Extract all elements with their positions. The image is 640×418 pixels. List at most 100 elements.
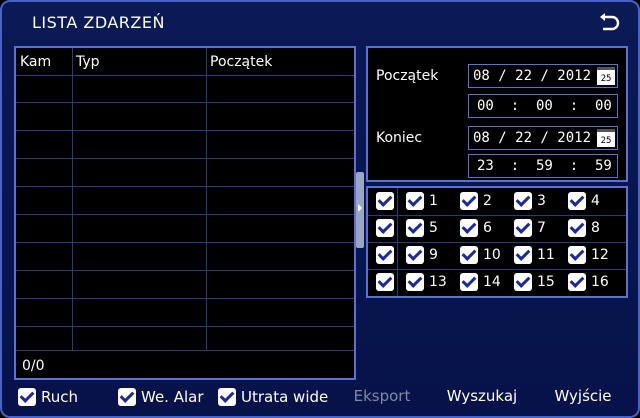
camera-label: 4 [591, 193, 600, 209]
panel-collapse-handle[interactable] [356, 172, 364, 248]
camera-selection-panel: 1 2 3 4 5 6 7 8 9 10 11 12 13 14 15 16 [366, 186, 628, 298]
camera-label: 3 [537, 193, 546, 209]
search-button[interactable]: Wyszukaj [434, 382, 530, 410]
camera-5-checkbox[interactable]: 5 [406, 219, 438, 237]
checkbox-icon[interactable] [568, 219, 586, 237]
camera-label: 9 [429, 247, 438, 263]
camera-13-checkbox[interactable]: 13 [406, 273, 447, 291]
checkbox-icon[interactable] [218, 388, 236, 406]
end-time-value: 23 : 59 : 59 [477, 158, 612, 174]
camera-15-checkbox[interactable]: 15 [514, 273, 555, 291]
table-row[interactable] [16, 298, 354, 299]
checkbox-label: We. Alar [141, 388, 204, 406]
start-date-value: 08 / 22 / 2012 [473, 68, 592, 84]
camera-10-checkbox[interactable]: 10 [460, 246, 501, 264]
event-list-window: LISTA ZDARZEŃ Kam Typ Początek 0/0 Począ… [0, 0, 640, 418]
table-row[interactable] [16, 270, 354, 271]
checkbox-icon[interactable] [460, 246, 478, 264]
checkbox-icon[interactable] [460, 273, 478, 291]
table-row[interactable] [16, 326, 354, 327]
table-row[interactable] [16, 242, 354, 243]
checkbox-icon[interactable] [514, 273, 532, 291]
end-date-value: 08 / 22 / 2012 [473, 130, 592, 146]
export-button[interactable]: Eksport [342, 382, 422, 410]
camera-12-checkbox[interactable]: 12 [568, 246, 609, 264]
row-select-all-checkbox[interactable] [376, 273, 399, 291]
checkbox-icon[interactable] [568, 192, 586, 210]
camera-label: 16 [591, 274, 609, 290]
column-header-type[interactable]: Typ [76, 54, 100, 70]
table-row[interactable] [16, 130, 354, 131]
camera-6-checkbox[interactable]: 6 [460, 219, 492, 237]
checkbox-icon[interactable] [406, 273, 424, 291]
camera-16-checkbox[interactable]: 16 [568, 273, 609, 291]
checkbox-icon[interactable] [460, 192, 478, 210]
camera-14-checkbox[interactable]: 14 [460, 273, 501, 291]
camera-2-checkbox[interactable]: 2 [460, 192, 492, 210]
camera-label: 1 [429, 193, 438, 209]
camera-11-checkbox[interactable]: 11 [514, 246, 555, 264]
start-date-field[interactable]: 08 / 22 / 2012 25 [468, 64, 618, 88]
checkbox-icon[interactable] [514, 219, 532, 237]
table-row[interactable] [16, 214, 354, 215]
date-range-panel: Początek 08 / 22 / 2012 25 00 : 00 : 00 … [366, 46, 628, 182]
checkbox-icon[interactable] [376, 219, 394, 237]
camera-1-checkbox[interactable]: 1 [406, 192, 438, 210]
title-bar: LISTA ZDARZEŃ [2, 2, 638, 44]
motion-event-checkbox[interactable]: Ruch [18, 388, 78, 406]
checkbox-icon[interactable] [406, 192, 424, 210]
bottom-bar: Ruch We. Alar Utrata wide Eksport Wyszuk… [2, 382, 638, 414]
checkbox-icon[interactable] [118, 388, 136, 406]
camera-label: 10 [483, 247, 501, 263]
checkbox-icon[interactable] [460, 219, 478, 237]
checkbox-icon[interactable] [406, 246, 424, 264]
camera-label: 2 [483, 193, 492, 209]
event-list-table[interactable]: Kam Typ Początek 0/0 [14, 46, 356, 380]
column-header-camera[interactable]: Kam [20, 54, 51, 70]
row-select-all-checkbox[interactable] [376, 219, 399, 237]
checkbox-label: Utrata wide [241, 388, 329, 406]
start-label: Początek [376, 68, 439, 84]
result-count: 0/0 [22, 358, 45, 374]
end-date-field[interactable]: 08 / 22 / 2012 25 [468, 126, 618, 150]
start-time-value: 00 : 00 : 00 [477, 98, 612, 114]
table-row[interactable] [16, 158, 354, 159]
row-select-all-checkbox[interactable] [376, 246, 399, 264]
checkbox-label: Ruch [41, 388, 79, 406]
camera-7-checkbox[interactable]: 7 [514, 219, 546, 237]
column-divider [206, 48, 207, 350]
calendar-icon[interactable]: 25 [597, 129, 615, 147]
column-header-start[interactable]: Początek [210, 54, 272, 70]
checkbox-icon[interactable] [514, 246, 532, 264]
end-time-field[interactable]: 23 : 59 : 59 [468, 154, 618, 178]
table-row[interactable] [16, 186, 354, 187]
camera-3-checkbox[interactable]: 3 [514, 192, 546, 210]
alarm-input-checkbox[interactable]: We. Alar [118, 388, 204, 406]
checkbox-icon[interactable] [514, 192, 532, 210]
row-select-all-checkbox[interactable] [376, 192, 399, 210]
return-arrow-icon[interactable] [598, 13, 620, 33]
checkbox-icon[interactable] [18, 388, 36, 406]
camera-label: 6 [483, 220, 492, 236]
start-time-field[interactable]: 00 : 00 : 00 [468, 94, 618, 118]
calendar-icon[interactable]: 25 [597, 67, 615, 85]
camera-label: 7 [537, 220, 546, 236]
camera-label: 15 [537, 274, 555, 290]
window-title: LISTA ZDARZEŃ [32, 13, 165, 32]
table-row[interactable] [16, 102, 354, 103]
camera-4-checkbox[interactable]: 4 [568, 192, 600, 210]
camera-label: 14 [483, 274, 501, 290]
camera-label: 11 [537, 247, 555, 263]
video-loss-checkbox[interactable]: Utrata wide [218, 388, 328, 406]
exit-button[interactable]: Wyjście [540, 382, 626, 410]
column-divider [72, 48, 73, 350]
checkbox-icon[interactable] [568, 273, 586, 291]
camera-9-checkbox[interactable]: 9 [406, 246, 438, 264]
checkbox-icon[interactable] [376, 246, 394, 264]
checkbox-icon[interactable] [376, 273, 394, 291]
checkbox-icon[interactable] [376, 192, 394, 210]
checkbox-icon[interactable] [406, 219, 424, 237]
camera-8-checkbox[interactable]: 8 [568, 219, 600, 237]
camera-label: 12 [591, 247, 609, 263]
checkbox-icon[interactable] [568, 246, 586, 264]
